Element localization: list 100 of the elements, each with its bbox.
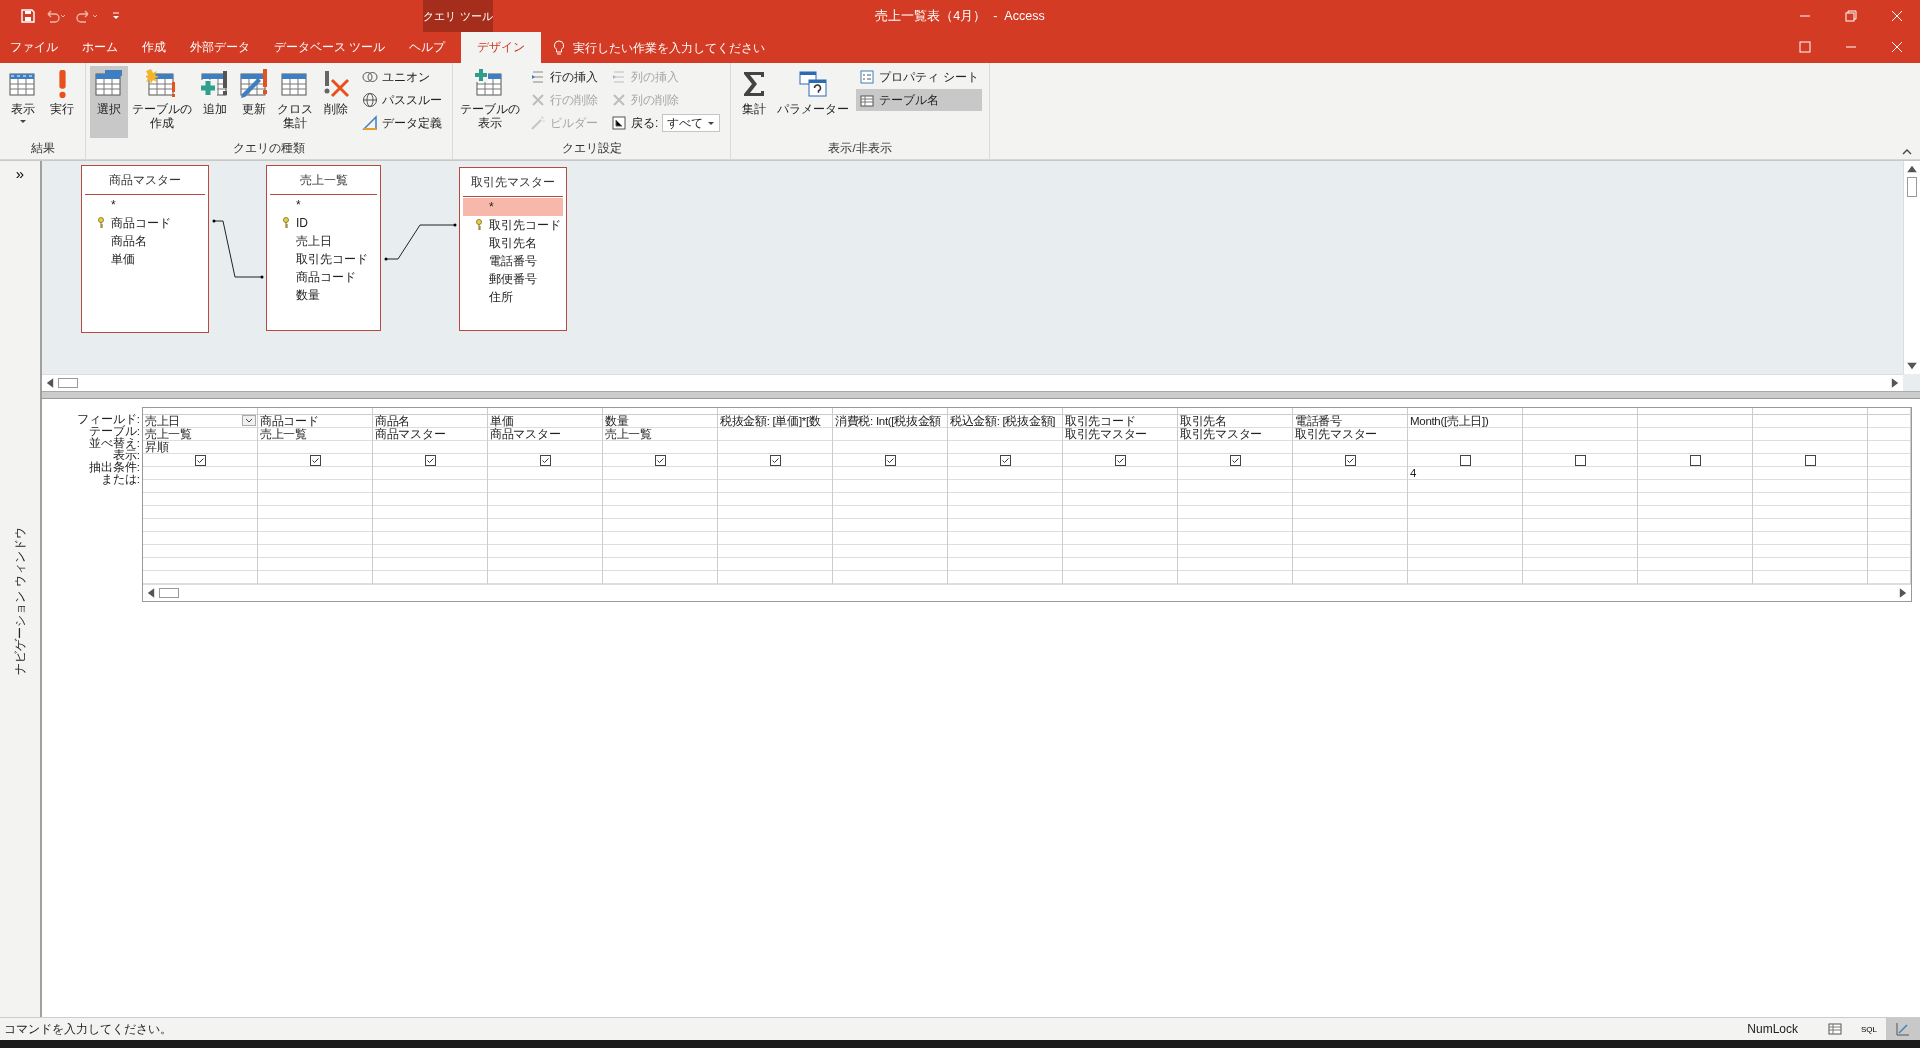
scroll-thumb[interactable] bbox=[159, 588, 179, 598]
table-cell[interactable]: 商品マスター bbox=[490, 428, 561, 440]
ribbon-button[interactable]: テーブルの作成 bbox=[129, 66, 195, 138]
ribbon-button[interactable]: 表示 bbox=[4, 66, 42, 138]
field-item[interactable]: 電話番号 bbox=[463, 252, 563, 270]
ribbon-button[interactable]: プロパティ シート bbox=[856, 66, 982, 88]
ribbon-button[interactable]: パススルー bbox=[359, 89, 445, 111]
field-item[interactable]: 数量 bbox=[270, 286, 377, 304]
redo-icon[interactable] bbox=[76, 8, 100, 24]
field-item[interactable]: 商品名 bbox=[85, 232, 205, 250]
ribbon-button[interactable]: 追加 bbox=[196, 66, 234, 138]
field-item[interactable]: 商品コード bbox=[85, 214, 205, 232]
save-icon[interactable] bbox=[20, 8, 36, 24]
table-cell[interactable]: 電話番号 bbox=[1295, 415, 1342, 427]
field-item[interactable]: 取引先コード bbox=[463, 216, 563, 234]
ribbon-tab[interactable]: ホーム bbox=[70, 32, 130, 63]
field-item[interactable]: 住所 bbox=[463, 288, 563, 306]
ribbon-button[interactable]: 選択 bbox=[90, 66, 128, 138]
table-cell[interactable]: 売上一覧 bbox=[145, 428, 192, 440]
checkbox[interactable] bbox=[1804, 454, 1816, 466]
table-cell[interactable]: 取引先コード bbox=[1065, 415, 1136, 427]
field-item[interactable]: * bbox=[463, 198, 563, 216]
table-cell[interactable]: 商品コード bbox=[260, 415, 319, 427]
field-item[interactable]: 商品コード bbox=[270, 268, 377, 286]
parameter-windows-icon bbox=[797, 68, 830, 100]
checkbox[interactable] bbox=[654, 454, 666, 466]
ribbon-button[interactable]: ユニオン bbox=[359, 66, 445, 88]
field-item[interactable]: 取引先名 bbox=[463, 234, 563, 252]
ribbon-button[interactable]: 削除 bbox=[317, 66, 355, 138]
checkbox[interactable] bbox=[424, 454, 436, 466]
table-cell[interactable]: 取引先マスター bbox=[1180, 428, 1262, 440]
ribbon-button[interactable]: パラメーター bbox=[774, 66, 853, 138]
horizontal-scrollbar[interactable] bbox=[143, 584, 1911, 601]
horizontal-scrollbar[interactable] bbox=[42, 374, 1903, 391]
field-item[interactable]: 売上日 bbox=[270, 232, 377, 250]
ribbon-button[interactable]: 更新 bbox=[235, 66, 273, 138]
ribbon-button[interactable]: テーブル名 bbox=[856, 89, 982, 111]
table-cell[interactable]: 売上一覧 bbox=[605, 428, 652, 440]
ribbon-tab[interactable]: ヘルプ bbox=[397, 32, 458, 63]
table-box[interactable]: 取引先マスター * 取引先コード 取引先名 電話番号 郵便番号 住所 bbox=[459, 167, 567, 331]
checkbox[interactable] bbox=[999, 454, 1011, 466]
tell-me-field[interactable]: 実行したい作業を入力してください bbox=[571, 39, 816, 56]
ribbon-button[interactable]: 実行 bbox=[43, 66, 81, 138]
dropdown-icon[interactable] bbox=[242, 415, 256, 426]
field-item[interactable]: * bbox=[270, 196, 377, 214]
table-cell[interactable]: 昇順 bbox=[145, 441, 169, 453]
checkbox[interactable] bbox=[1344, 454, 1356, 466]
table-cell[interactable]: 取引先名 bbox=[1180, 415, 1227, 427]
ribbon-button[interactable]: データ定義 bbox=[359, 112, 445, 134]
table-cell[interactable]: 税込金額: [税抜金額] bbox=[950, 415, 1056, 427]
table-cell[interactable]: 取引先マスター bbox=[1295, 428, 1377, 440]
ribbon-tab[interactable]: 作成 bbox=[130, 32, 178, 63]
ribbon-button[interactable]: 行の挿入 bbox=[527, 66, 601, 88]
checkbox[interactable] bbox=[309, 454, 321, 466]
delete-icon bbox=[611, 92, 627, 108]
checkbox[interactable] bbox=[884, 454, 896, 466]
table-cell[interactable]: 税抜金額: [単価]*[数 bbox=[720, 415, 821, 427]
table-cell[interactable]: 売上一覧 bbox=[260, 428, 307, 440]
caret-icon bbox=[707, 120, 716, 126]
checkbox[interactable] bbox=[1459, 454, 1471, 466]
field-item[interactable]: 単価 bbox=[85, 250, 205, 268]
scroll-thumb[interactable] bbox=[1907, 177, 1917, 197]
window-title: 売上一覧表（4月） - Access bbox=[875, 7, 1045, 25]
ribbon-tab[interactable]: デザイン bbox=[461, 32, 542, 63]
table-cell[interactable]: 取引先マスター bbox=[1065, 428, 1147, 440]
return-dropdown[interactable]: すべて bbox=[662, 114, 721, 132]
table-cell[interactable]: 単価 bbox=[490, 415, 514, 427]
table-cell[interactable]: 商品名 bbox=[375, 415, 411, 427]
row-label: 表示: bbox=[112, 449, 140, 461]
scroll-thumb[interactable] bbox=[58, 378, 78, 388]
field-item[interactable]: * bbox=[85, 196, 205, 214]
checkbox[interactable] bbox=[194, 454, 206, 466]
vertical-scrollbar[interactable] bbox=[1903, 161, 1920, 374]
checkbox[interactable] bbox=[1689, 454, 1701, 466]
sql-view-button[interactable]: SQL bbox=[1852, 1018, 1886, 1040]
table-cell[interactable]: Month([売上日]) bbox=[1410, 415, 1489, 427]
checkbox[interactable] bbox=[1574, 454, 1586, 466]
ribbon-button[interactable]: クロス集計 bbox=[274, 66, 316, 138]
field-item[interactable]: ID bbox=[270, 214, 377, 232]
datasheet-icon bbox=[1828, 1022, 1842, 1036]
ribbon-button[interactable]: 集計 bbox=[735, 66, 774, 138]
checkbox[interactable] bbox=[539, 454, 551, 466]
table-cell[interactable]: 数量 bbox=[605, 415, 629, 427]
checkbox[interactable] bbox=[1114, 454, 1126, 466]
field-item[interactable]: 郵便番号 bbox=[463, 270, 563, 288]
expand-toggle[interactable]: » bbox=[11, 163, 29, 184]
ribbon-tab[interactable]: 外部データ bbox=[178, 32, 262, 63]
ribbon-tab[interactable]: データベース ツール bbox=[262, 32, 398, 63]
table-box[interactable]: 売上一覧 * ID 売上日 取引先コード 商品コード 数量 bbox=[266, 165, 381, 331]
field-item[interactable]: 取引先コード bbox=[270, 250, 377, 268]
table-cell[interactable]: 商品マスター bbox=[375, 428, 446, 440]
checkbox[interactable] bbox=[769, 454, 781, 466]
checkbox[interactable] bbox=[1229, 454, 1241, 466]
ribbon-button[interactable]: テーブルの表示 bbox=[457, 66, 523, 138]
ribbon-tab[interactable]: ファイル bbox=[0, 32, 70, 63]
collapse-ribbon-icon[interactable] bbox=[1902, 149, 1912, 155]
table-cell[interactable]: 消費税: Int([税抜金額 bbox=[835, 415, 941, 427]
wand-icon bbox=[530, 115, 546, 131]
table-cell[interactable]: 4 bbox=[1410, 467, 1417, 479]
table-box[interactable]: 商品マスター * 商品コード 商品名 単価 bbox=[81, 165, 209, 333]
